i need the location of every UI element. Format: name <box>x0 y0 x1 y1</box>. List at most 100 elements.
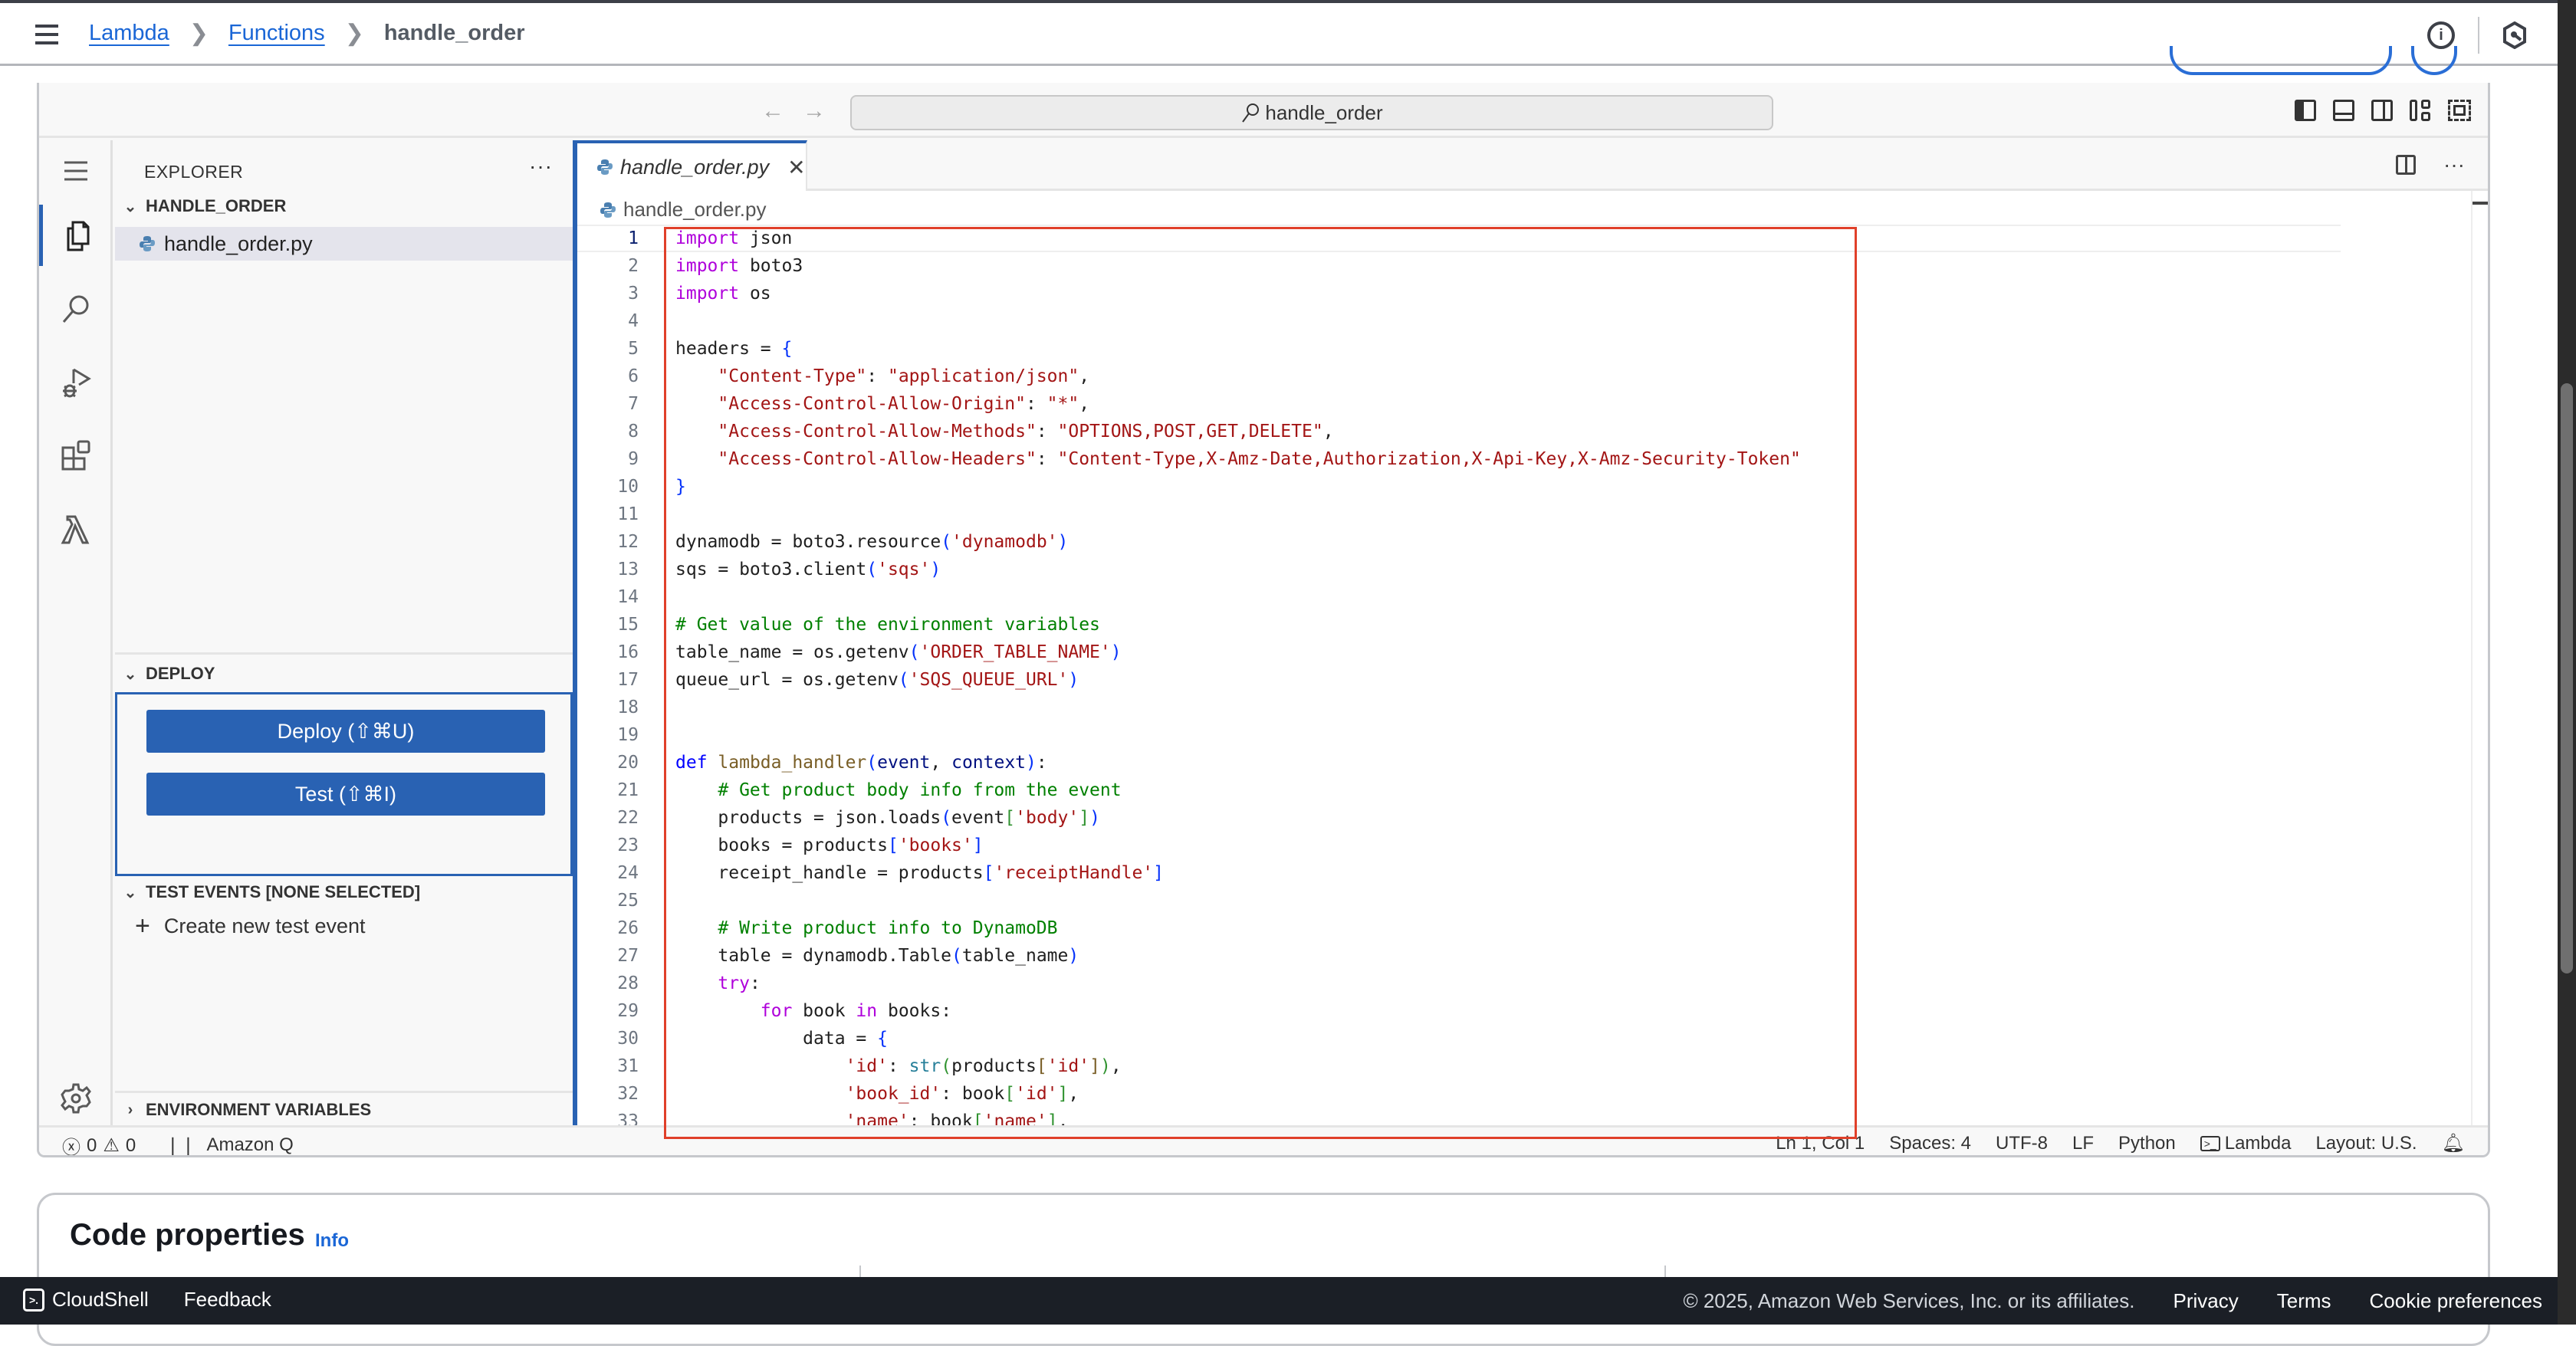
code-line[interactable]: 22 products = json.loads(event['body']) <box>577 804 2341 832</box>
create-test-event[interactable]: + Create new test event <box>135 913 366 939</box>
toggle-primary-sidebar-icon[interactable] <box>2295 100 2316 121</box>
folder-handle-order[interactable]: ⌄ HANDLE_ORDER <box>123 196 287 216</box>
code-line[interactable]: 16 table_name = os.getenv('ORDER_TABLE_NA… <box>577 639 2341 666</box>
activity-menu[interactable] <box>39 140 113 202</box>
activity-explorer[interactable] <box>39 205 113 266</box>
code-line[interactable]: 2 import boto3 <box>577 252 2341 280</box>
code-line[interactable]: 19 <box>577 721 2341 749</box>
command-center-search[interactable]: handle_order <box>850 95 1773 130</box>
deploy-button[interactable]: Deploy (⇧⌘U) <box>146 710 545 753</box>
activity-lambda[interactable] <box>39 499 113 560</box>
code-line[interactable]: 5 headers = { <box>577 335 2341 363</box>
activity-settings[interactable] <box>39 1068 113 1129</box>
line-text: receipt_handle = products['receiptHandle… <box>675 863 1165 883</box>
info-link[interactable]: Info <box>315 1230 349 1252</box>
problems-indicator[interactable]: ⓧ 0 ⚠ 0 <box>62 1132 136 1156</box>
info-icon[interactable]: i <box>2427 21 2455 49</box>
language-mode[interactable]: Python <box>2118 1133 2176 1154</box>
activity-run-debug[interactable] <box>39 352 113 413</box>
customize-layout-icon[interactable] <box>2410 100 2431 121</box>
code-line[interactable]: 24 receipt_handle = products['receiptHan… <box>577 859 2341 887</box>
code-line[interactable]: 31 'id': str(products['id']), <box>577 1052 2341 1080</box>
code-line[interactable]: 32 'book_id': book['id'], <box>577 1080 2341 1108</box>
encoding[interactable]: UTF-8 <box>1996 1133 2048 1154</box>
arrow-right-icon[interactable]: → <box>803 98 826 124</box>
arrow-left-icon[interactable]: ← <box>761 98 784 124</box>
feedback-link[interactable]: Feedback <box>184 1288 271 1312</box>
code-line[interactable]: 11 <box>577 501 2341 528</box>
terms-link[interactable]: Terms <box>2277 1289 2331 1313</box>
explorer-sidebar: EXPLORER ··· ⌄ HANDLE_ORDER handle_order… <box>115 140 573 1125</box>
toggle-secondary-sidebar-icon[interactable] <box>2371 100 2393 121</box>
code-line[interactable]: 23 books = products['books'] <box>577 832 2341 859</box>
privacy-link[interactable]: Privacy <box>2174 1289 2239 1313</box>
code-line[interactable]: 27 table = dynamodb.Table(table_name) <box>577 942 2341 970</box>
breadcrumb-lambda[interactable]: Lambda <box>89 21 169 46</box>
more-actions-icon[interactable]: ··· <box>529 154 553 179</box>
toggle-panel-icon[interactable] <box>2333 100 2354 121</box>
bell-icon[interactable]: 🔔︎ <box>2442 1132 2465 1154</box>
more-actions-icon[interactable]: ··· <box>2443 153 2465 177</box>
line-text: import json <box>675 228 793 248</box>
cloudshell-button[interactable]: >. CloudShell <box>23 1288 149 1312</box>
activity-search[interactable] <box>39 278 113 340</box>
code-line[interactable]: 29 for book in books: <box>577 997 2341 1025</box>
editor-breadcrumb[interactable]: handle_order.py <box>600 198 766 222</box>
editor-scrollbar[interactable] <box>2471 191 2488 1125</box>
code-line[interactable]: 28 try: <box>577 970 2341 997</box>
command-center-text: handle_order <box>1265 100 1383 124</box>
tab-handle-order-py[interactable]: handle_order.py ✕ <box>577 140 807 191</box>
code-line[interactable]: 1 import json <box>577 225 2341 252</box>
env-vars-section-header[interactable]: › ENVIRONMENT VARIABLES <box>123 1100 372 1120</box>
code-line[interactable]: 14 <box>577 583 2341 611</box>
partial-button[interactable] <box>2170 46 2392 75</box>
deploy-section-header[interactable]: ⌄ DEPLOY <box>123 664 215 684</box>
files-icon <box>67 221 89 251</box>
cursor-marker <box>2472 202 2488 205</box>
code-line[interactable]: 7 "Access-Control-Allow-Origin": "*", <box>577 390 2341 418</box>
breadcrumb-functions[interactable]: Functions <box>228 21 325 46</box>
close-icon[interactable]: ✕ <box>787 155 805 180</box>
code-line[interactable]: 13 sqs = boto3.client('sqs') <box>577 556 2341 583</box>
code-line[interactable]: 30 data = { <box>577 1025 2341 1052</box>
menu-icon[interactable] <box>35 25 58 44</box>
file-item[interactable]: handle_order.py <box>115 227 573 261</box>
status-bar: ⓧ 0 ⚠ 0 ❘❘ Amazon Q Ln 1, Col 1 Spaces: … <box>39 1125 2488 1156</box>
code-line[interactable]: 26 # Write product info to DynamoDB <box>577 914 2341 942</box>
code-line[interactable]: 21 # Get product body info from the even… <box>577 776 2341 804</box>
amazon-q-status[interactable]: ❘❘ Amazon Q <box>165 1134 294 1155</box>
code-line[interactable]: 3 import os <box>577 280 2341 307</box>
code-text-area[interactable]: 1 import json 2 import boto3 3 import os 4 5 hea… <box>577 225 2341 1131</box>
line-number: 32 <box>617 1084 639 1104</box>
test-button[interactable]: Test (⇧⌘I) <box>146 773 545 816</box>
page-scrollbar[interactable] <box>2558 0 2576 1325</box>
code-line[interactable]: 15 # Get value of the environment variabl… <box>577 611 2341 639</box>
code-line[interactable]: 8 "Access-Control-Allow-Methods": "OPTIO… <box>577 418 2341 445</box>
warning-icon: ⚠ <box>103 1135 120 1156</box>
code-line[interactable]: 18 <box>577 694 2341 721</box>
cookie-preferences-link[interactable]: Cookie preferences <box>2370 1289 2542 1313</box>
extensions-icon <box>61 440 90 471</box>
code-line[interactable]: 10} <box>577 473 2341 501</box>
partial-icon-button[interactable] <box>2411 46 2457 75</box>
code-line[interactable]: 4 <box>577 307 2341 335</box>
code-line[interactable]: 6 "Content-Type": "application/json", <box>577 363 2341 390</box>
end-of-line[interactable]: LF <box>2072 1133 2094 1154</box>
hexagon-settings-icon[interactable] <box>2502 21 2527 49</box>
split-editor-icon[interactable] <box>2396 155 2417 175</box>
code-line[interactable]: 12 dynamodb = boto3.resource('dynamodb') <box>577 528 2341 556</box>
divider <box>2478 17 2479 54</box>
activity-extensions[interactable] <box>39 425 113 487</box>
code-line[interactable]: 17 queue_url = os.getenv('SQS_QUEUE_URL') <box>577 666 2341 694</box>
code-line[interactable]: 9 "Access-Control-Allow-Headers": "Conte… <box>577 445 2341 473</box>
keyboard-layout[interactable]: Layout: U.S. <box>2315 1133 2417 1154</box>
runtime-status[interactable]: >_ Lambda <box>2200 1133 2291 1154</box>
cursor-position[interactable]: Ln 1, Col 1 <box>1776 1133 1865 1154</box>
indentation[interactable]: Spaces: 4 <box>1889 1133 1971 1154</box>
code-line[interactable]: 25 <box>577 887 2341 914</box>
fullscreen-icon[interactable] <box>2448 100 2471 121</box>
code-line[interactable]: 20 def lambda_handler(event, context): <box>577 749 2341 776</box>
scrollbar-thumb[interactable] <box>2561 383 2573 973</box>
line-text: "Access-Control-Allow-Origin": "*", <box>718 394 1090 414</box>
test-events-section-header[interactable]: ⌄ TEST EVENTS [NONE SELECTED] <box>123 882 421 902</box>
